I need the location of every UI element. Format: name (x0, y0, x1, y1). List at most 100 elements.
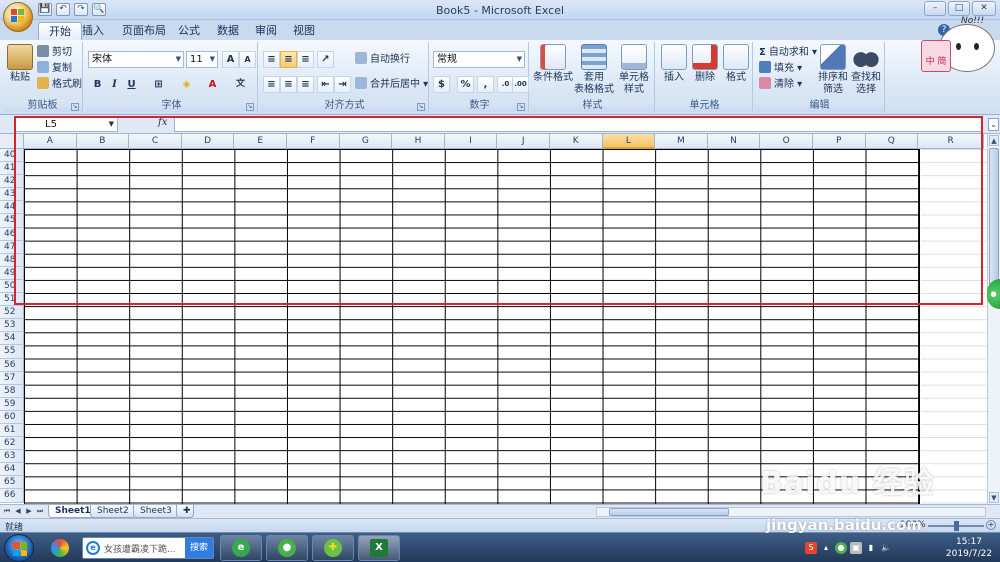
row-header[interactable]: 45 (0, 214, 24, 228)
row-header[interactable]: 46 (0, 227, 24, 241)
zoom-level[interactable]: 100% (900, 520, 926, 530)
delete-cells-button[interactable]: 删除 (690, 44, 720, 84)
insert-sheet-icon[interactable]: ✚ (176, 505, 194, 518)
tab-data[interactable]: 数据 (207, 22, 249, 40)
tab-page-layout[interactable]: 页面布局 (112, 22, 176, 40)
merge-center-button[interactable]: 合并后居中 ▾ (355, 77, 428, 93)
row-header[interactable]: 44 (0, 201, 24, 215)
ime-s-icon[interactable]: S (805, 542, 817, 554)
clipboard-launcher-icon[interactable]: ↘ (71, 103, 79, 111)
prev-sheet-icon[interactable]: ◀ (13, 506, 23, 517)
redo-icon[interactable]: ↷ (74, 3, 88, 16)
shrink-font-button[interactable]: A (239, 51, 256, 68)
column-header[interactable]: N (707, 134, 761, 149)
taskbar-app-excel[interactable]: X (358, 535, 400, 561)
underline-button[interactable]: U (123, 76, 140, 93)
align-middle-icon[interactable]: ≡ (280, 51, 297, 68)
column-header[interactable]: J (497, 134, 550, 149)
row-header[interactable]: 49 (0, 266, 24, 280)
tab-insert[interactable]: 插入 (72, 22, 114, 40)
tab-review[interactable]: 审阅 (245, 22, 287, 40)
column-header[interactable]: R (918, 134, 985, 149)
network-icon[interactable]: ▮ (865, 542, 877, 554)
row-header[interactable]: 41 (0, 162, 24, 176)
align-right-icon[interactable]: ≡ (297, 76, 314, 93)
align-left-icon[interactable]: ≡ (263, 76, 280, 93)
volume-icon[interactable]: 🔈 (880, 542, 892, 554)
tray-green-icon[interactable]: ● (835, 542, 847, 554)
column-header[interactable]: O (760, 134, 813, 149)
office-button[interactable] (3, 2, 33, 32)
number-launcher-icon[interactable]: ↘ (517, 103, 525, 111)
row-header[interactable]: 48 (0, 253, 24, 267)
select-all-corner[interactable] (0, 134, 24, 149)
format-cells-button[interactable]: 格式 (721, 44, 751, 84)
find-select-button[interactable]: 查找和 选择 (850, 44, 882, 96)
scroll-down-icon[interactable]: ▼ (989, 492, 999, 503)
insert-function-icon[interactable]: fx (158, 117, 167, 128)
paste-button[interactable]: 粘贴 (7, 44, 33, 84)
expand-formula-bar-icon[interactable]: ⌄ (988, 118, 999, 131)
align-top-icon[interactable]: ≡ (263, 51, 280, 68)
search-button[interactable]: 搜索 (185, 538, 213, 558)
column-header[interactable]: I (444, 134, 498, 149)
bold-button[interactable]: B (89, 76, 106, 93)
currency-icon[interactable]: $ (433, 76, 450, 93)
percent-button[interactable]: % (457, 76, 474, 93)
sheet-tab-2[interactable]: Sheet2 (90, 505, 136, 518)
row-header[interactable]: 54 (0, 332, 24, 346)
format-painter-button[interactable]: 格式刷 (37, 77, 82, 93)
column-header[interactable]: L (602, 134, 656, 149)
scroll-up-icon[interactable]: ▲ (989, 135, 999, 146)
font-name-select[interactable]: 宋体 ▼ (88, 51, 184, 68)
taskbar-app-browser[interactable]: e (220, 535, 262, 561)
row-header[interactable]: 62 (0, 437, 24, 451)
row-header[interactable]: 60 (0, 410, 24, 424)
column-header[interactable]: E (234, 134, 287, 149)
column-header[interactable]: C (129, 134, 182, 149)
row-header[interactable]: 47 (0, 240, 24, 254)
format-as-table-button[interactable]: 套用 表格格式 (574, 44, 614, 96)
column-header[interactable]: G (339, 134, 393, 149)
orientation-icon[interactable]: ↗ (317, 51, 334, 68)
zoom-slider[interactable] (928, 521, 984, 531)
grow-font-button[interactable]: A (222, 51, 239, 68)
first-sheet-icon[interactable]: ⏮ (2, 506, 12, 517)
row-header[interactable]: 40 (0, 149, 24, 163)
last-sheet-icon[interactable]: ⏭ (35, 506, 45, 517)
tray-arrow-icon[interactable]: ▴ (820, 542, 832, 554)
column-header[interactable]: M (655, 134, 708, 149)
increase-indent-icon[interactable]: ⇥ (334, 76, 351, 93)
cell-styles-button[interactable]: 单元格 样式 (615, 44, 653, 96)
row-header[interactable]: 61 (0, 423, 24, 438)
row-header[interactable]: 56 (0, 358, 24, 372)
column-header[interactable]: P (812, 134, 866, 149)
insert-cells-button[interactable]: 插入 (659, 44, 689, 84)
taskbar-app-360[interactable]: ✚ (312, 535, 354, 561)
row-header[interactable]: 58 (0, 384, 24, 398)
formula-input[interactable] (174, 117, 982, 132)
italic-button[interactable]: I (106, 76, 123, 93)
conditional-format-button[interactable]: 条件格式 (533, 44, 573, 84)
fill-button[interactable]: 填充 ▾ (759, 61, 802, 77)
column-header[interactable]: H (392, 134, 445, 149)
taskbar-app-colorball[interactable] (42, 535, 78, 561)
column-header[interactable]: Q (865, 134, 919, 149)
vertical-scrollbar[interactable]: ▲ ▼ (987, 134, 1000, 504)
maximize-button[interactable]: □ (948, 1, 970, 16)
phonetic-icon[interactable]: 文 (232, 76, 249, 93)
font-size-select[interactable]: 11 ▼ (186, 51, 218, 68)
align-center-icon[interactable]: ≡ (280, 76, 297, 93)
decrease-decimal-icon[interactable]: .00 (512, 76, 529, 93)
wrap-text-button[interactable]: 自动换行 (355, 52, 410, 68)
column-header[interactable]: A (24, 134, 77, 149)
row-header[interactable]: 43 (0, 188, 24, 202)
column-header[interactable]: K (549, 134, 603, 149)
scroll-thumb[interactable] (989, 148, 999, 288)
row-header[interactable]: 52 (0, 306, 24, 320)
comma-button[interactable]: , (477, 76, 494, 93)
sort-filter-button[interactable]: 排序和 筛选 (817, 44, 849, 96)
column-header[interactable]: F (286, 134, 340, 149)
tab-view[interactable]: 视图 (283, 22, 325, 40)
next-sheet-icon[interactable]: ▶ (24, 506, 34, 517)
